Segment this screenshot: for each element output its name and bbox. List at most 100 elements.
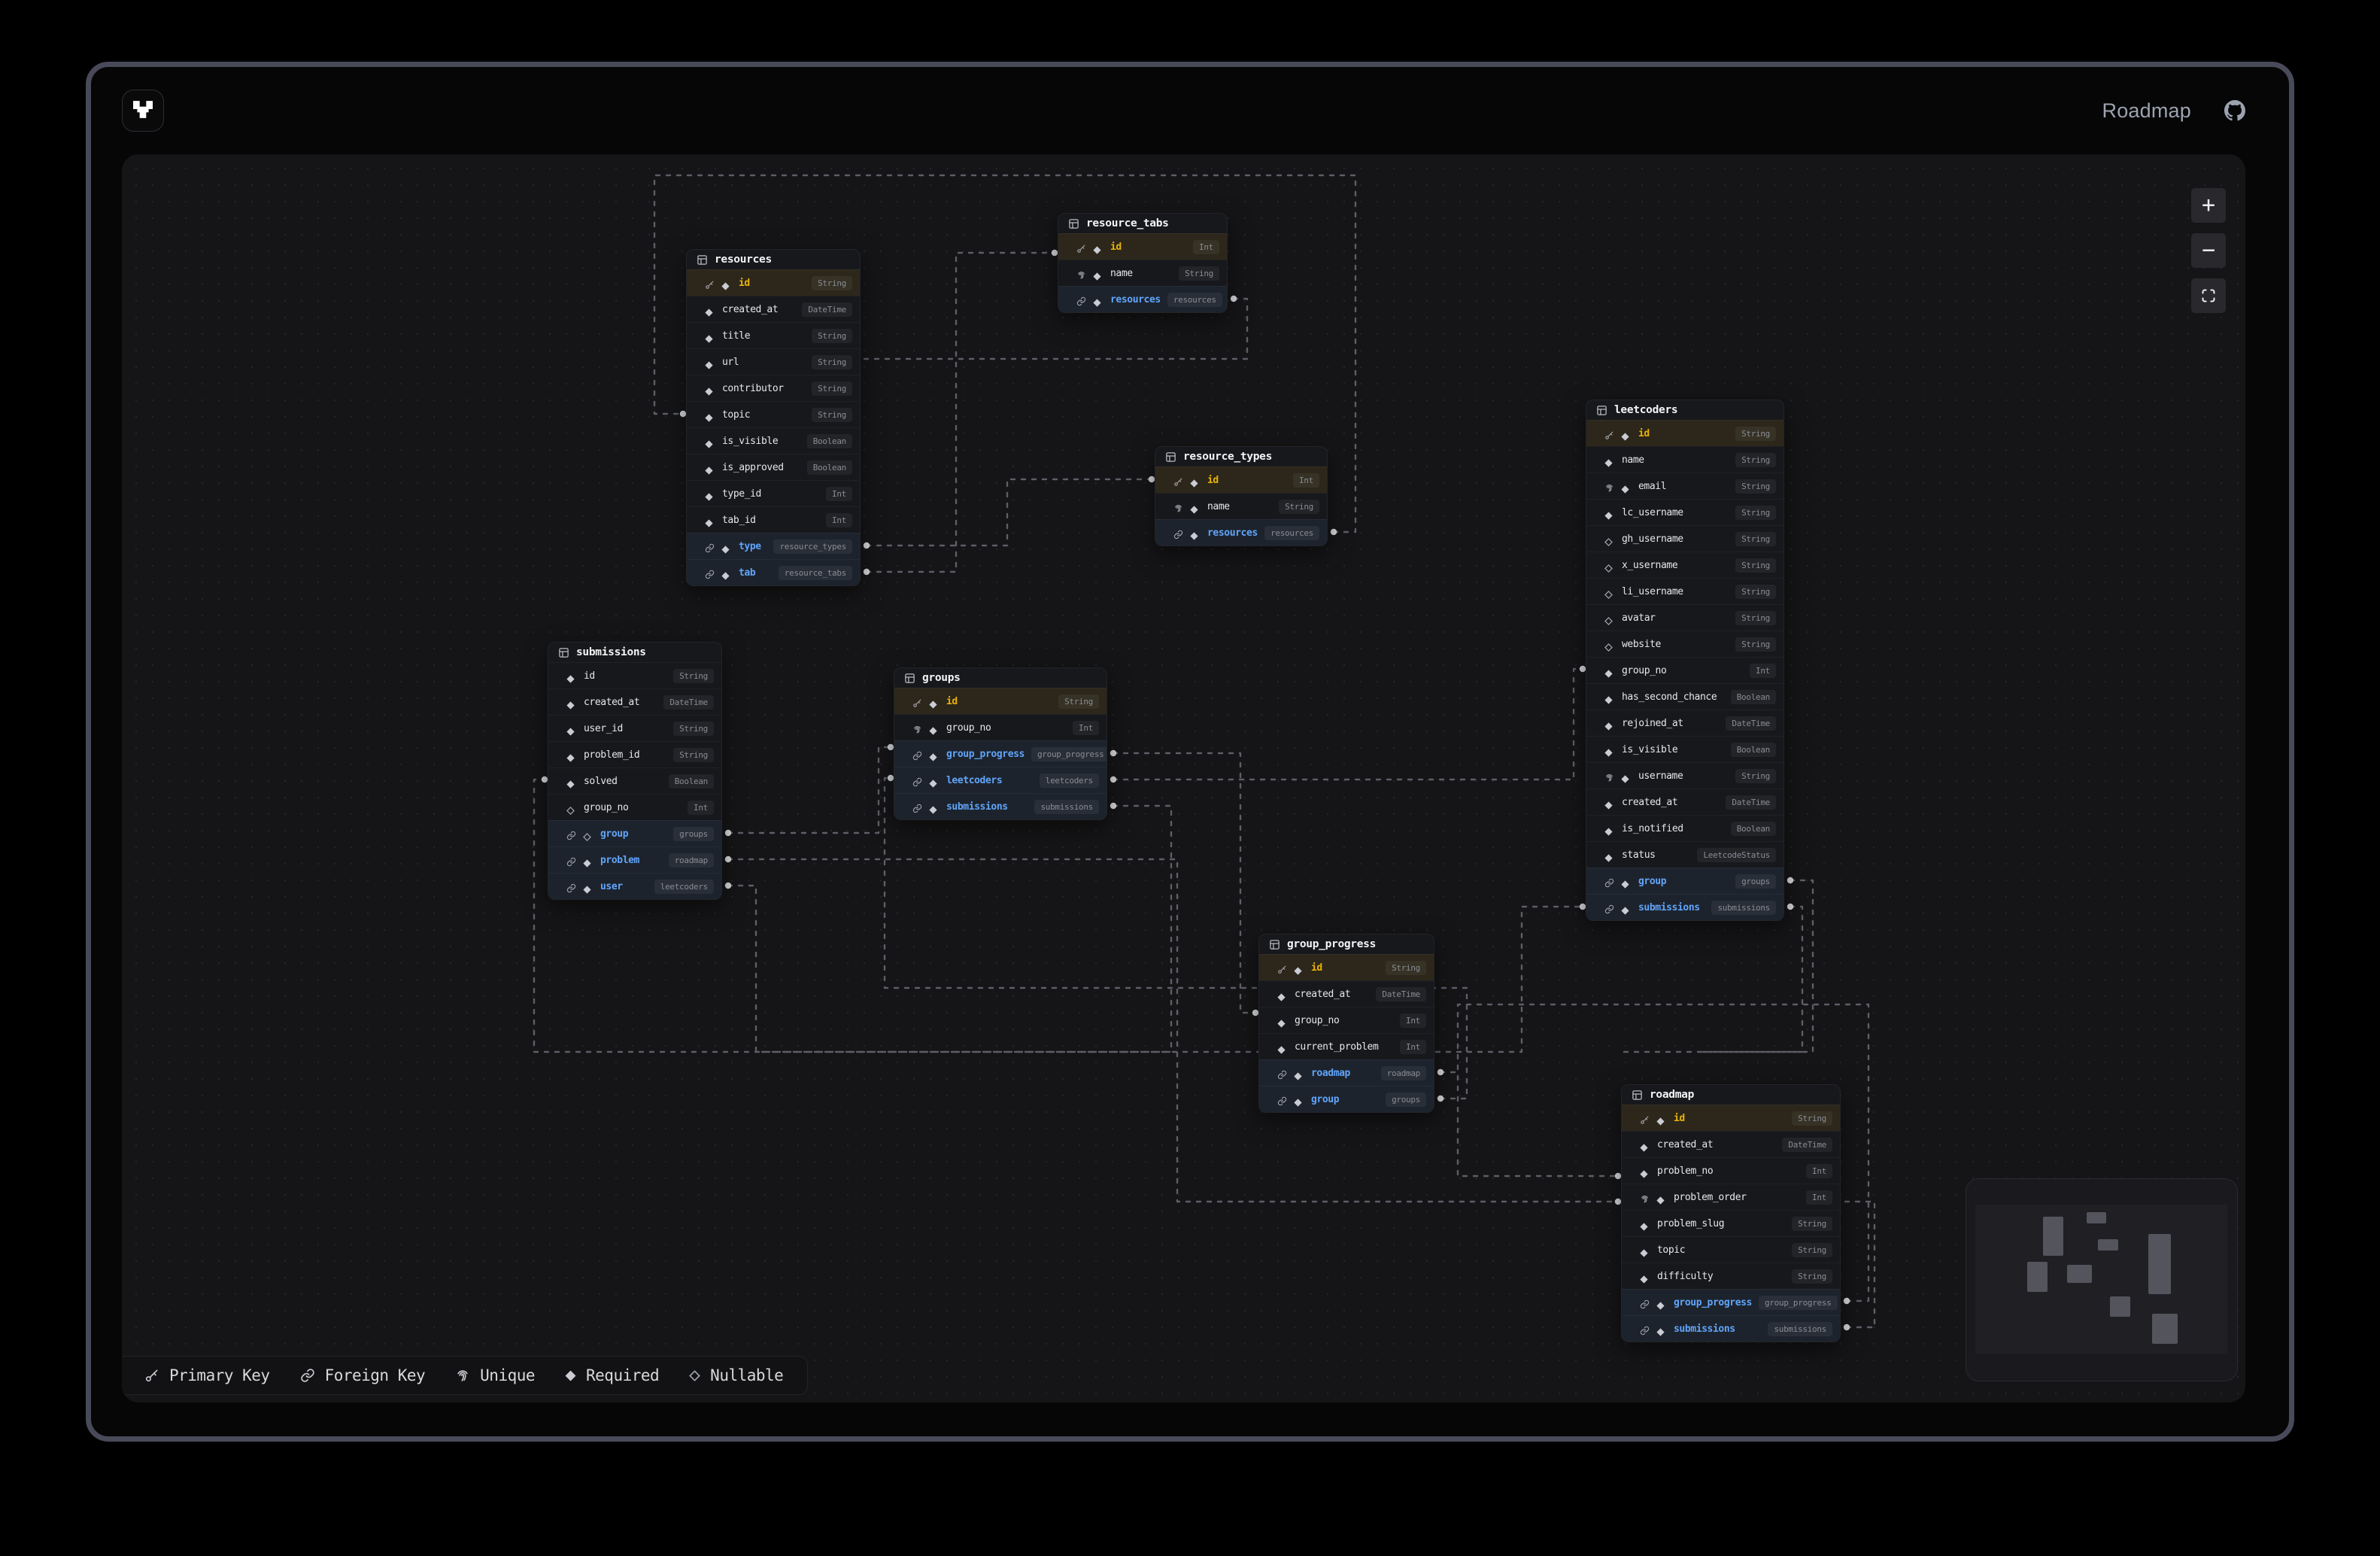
field-row-resources-created_at: created_at DateTime xyxy=(687,296,860,322)
table-title: resource_tabs xyxy=(1086,217,1169,229)
table-node-groups[interactable]: groups id String group_no Int group_prog… xyxy=(894,667,1107,820)
nav-link-roadmap[interactable]: Roadmap xyxy=(2102,99,2191,123)
field-type-badge: DateTime xyxy=(802,302,852,317)
table-header-resource_types[interactable]: resource_types xyxy=(1155,447,1327,466)
minimap[interactable] xyxy=(1966,1178,2238,1381)
field-name: tab xyxy=(739,567,755,579)
field-type-badge: Int xyxy=(1400,1040,1426,1054)
field-name: x_username xyxy=(1622,560,1677,571)
pixel-v-logo-icon xyxy=(133,101,153,121)
field-type-badge: Int xyxy=(1073,721,1099,735)
link-icon xyxy=(566,829,576,839)
field-row-groups-leetcoders: leetcoders leetcoders xyxy=(894,767,1107,793)
field-row-resources-id: id String xyxy=(687,269,860,296)
diamond-filled-icon xyxy=(1190,529,1198,537)
fit-view-button[interactable] xyxy=(2191,278,2226,313)
zoom-out-button[interactable]: − xyxy=(2191,233,2226,268)
fingerprint-icon xyxy=(1640,1193,1650,1202)
diamond-filled-icon xyxy=(929,750,937,758)
field-row-resources-url: url String xyxy=(687,348,860,375)
field-row-groups-id: id String xyxy=(894,688,1107,714)
field-name: is_approved xyxy=(722,462,784,473)
field-name: id xyxy=(1311,962,1322,974)
field-row-leetcoders-has_second_chance: has_second_chance Boolean xyxy=(1586,683,1783,710)
diamond-filled-icon xyxy=(705,332,713,340)
field-type-badge: roadmap xyxy=(1381,1066,1426,1080)
table-header-resource_tabs[interactable]: resource_tabs xyxy=(1058,214,1227,233)
diagram-canvas[interactable]: resources id String created_at DateTime … xyxy=(122,154,2245,1403)
diamond-filled-icon xyxy=(1640,1141,1648,1149)
field-name: problem xyxy=(600,855,639,866)
field-name: id xyxy=(1638,428,1650,439)
field-row-resources-type: type resource_types xyxy=(687,533,860,559)
zoom-in-button[interactable]: + xyxy=(2191,188,2226,223)
minimap-node-groups xyxy=(2067,1265,2092,1282)
field-row-resources-type_id: type_id Int xyxy=(687,480,860,506)
diamond-filled-icon xyxy=(1277,990,1286,998)
link-icon xyxy=(1277,1095,1287,1105)
table-node-submissions[interactable]: submissions id String created_at DateTim… xyxy=(548,642,722,900)
diamond-filled-icon xyxy=(1656,1193,1665,1202)
table-header-leetcoders[interactable]: leetcoders xyxy=(1586,400,1783,420)
table-node-roadmap[interactable]: roadmap id String created_at DateTime pr… xyxy=(1621,1084,1841,1342)
key-icon xyxy=(912,697,922,707)
field-row-group_progress-current_problem: current_problem Int xyxy=(1259,1033,1434,1059)
table-header-submissions[interactable]: submissions xyxy=(548,643,721,662)
field-name: group_no xyxy=(1295,1015,1339,1026)
diamond-filled-icon xyxy=(705,358,713,366)
field-row-leetcoders-avatar: avatar String xyxy=(1586,604,1783,631)
app-logo[interactable] xyxy=(122,90,164,132)
table-header-resources[interactable]: resources xyxy=(687,250,860,269)
field-name: group_progress xyxy=(1674,1297,1752,1308)
field-type-badge: groups xyxy=(673,827,714,841)
top-bar: Roadmap xyxy=(91,67,2289,154)
field-name: topic xyxy=(1657,1244,1685,1256)
table-node-resources[interactable]: resources id String created_at DateTime … xyxy=(686,249,861,586)
field-type-badge: String xyxy=(1735,637,1776,652)
field-row-group_progress-roadmap: roadmap roadmap xyxy=(1259,1059,1434,1086)
link-icon xyxy=(1277,1068,1287,1078)
field-name: id xyxy=(946,696,958,707)
field-name: group xyxy=(1311,1094,1339,1105)
diamond-filled-icon xyxy=(929,697,937,706)
field-row-submissions-group_no: group_no Int xyxy=(548,794,721,820)
field-type-badge: String xyxy=(1179,266,1219,281)
minimap-node-roadmap xyxy=(2152,1314,2178,1344)
minimap-node-group_progress xyxy=(2110,1296,2130,1317)
field-name: topic xyxy=(722,409,750,421)
relationship-edges xyxy=(122,154,2245,1403)
field-name: submissions xyxy=(1638,902,1700,913)
table-node-group_progress[interactable]: group_progress id String created_at Date… xyxy=(1258,934,1434,1113)
key-icon xyxy=(705,278,715,288)
diamond-filled-icon xyxy=(721,542,730,551)
field-row-resource_tabs-name: name String xyxy=(1058,260,1227,286)
field-row-groups-group_progress: group_progress group_progress xyxy=(894,740,1107,767)
field-row-leetcoders-group: group groups xyxy=(1586,868,1783,894)
diamond-filled-icon xyxy=(1294,964,1302,972)
diamond-filled-icon xyxy=(1640,1220,1648,1228)
field-name: problem_slug xyxy=(1657,1218,1724,1229)
field-name: created_at xyxy=(1657,1139,1713,1150)
diamond-filled-icon xyxy=(1604,667,1613,675)
field-type-badge: String xyxy=(1735,611,1776,625)
table-node-resource_tabs[interactable]: resource_tabs id Int name String resourc… xyxy=(1058,213,1228,313)
table-header-groups[interactable]: groups xyxy=(894,668,1107,688)
diamond-filled-icon xyxy=(1656,1114,1665,1123)
field-row-leetcoders-li_username: li_username String xyxy=(1586,578,1783,604)
table-header-roadmap[interactable]: roadmap xyxy=(1622,1085,1840,1105)
diamond-filled-icon xyxy=(721,569,730,577)
field-row-roadmap-group_progress: group_progress group_progress xyxy=(1622,1289,1840,1315)
table-node-leetcoders[interactable]: leetcoders id String name String email S… xyxy=(1586,400,1784,921)
table-node-resource_types[interactable]: resource_types id Int name String resour… xyxy=(1155,446,1328,546)
link-icon xyxy=(912,749,922,759)
field-row-roadmap-problem_order: problem_order Int xyxy=(1622,1184,1840,1210)
field-name: problem_order xyxy=(1674,1192,1747,1203)
link-icon xyxy=(912,802,922,812)
diamond-filled-icon xyxy=(1604,719,1613,728)
diamond-filled-icon xyxy=(1604,456,1613,464)
field-row-leetcoders-status: status LeetcodeStatus xyxy=(1586,841,1783,868)
github-icon[interactable] xyxy=(2224,100,2245,121)
diamond-filled-icon xyxy=(705,463,713,472)
diamond-filled-icon xyxy=(565,1370,576,1381)
table-header-group_progress[interactable]: group_progress xyxy=(1259,935,1434,954)
